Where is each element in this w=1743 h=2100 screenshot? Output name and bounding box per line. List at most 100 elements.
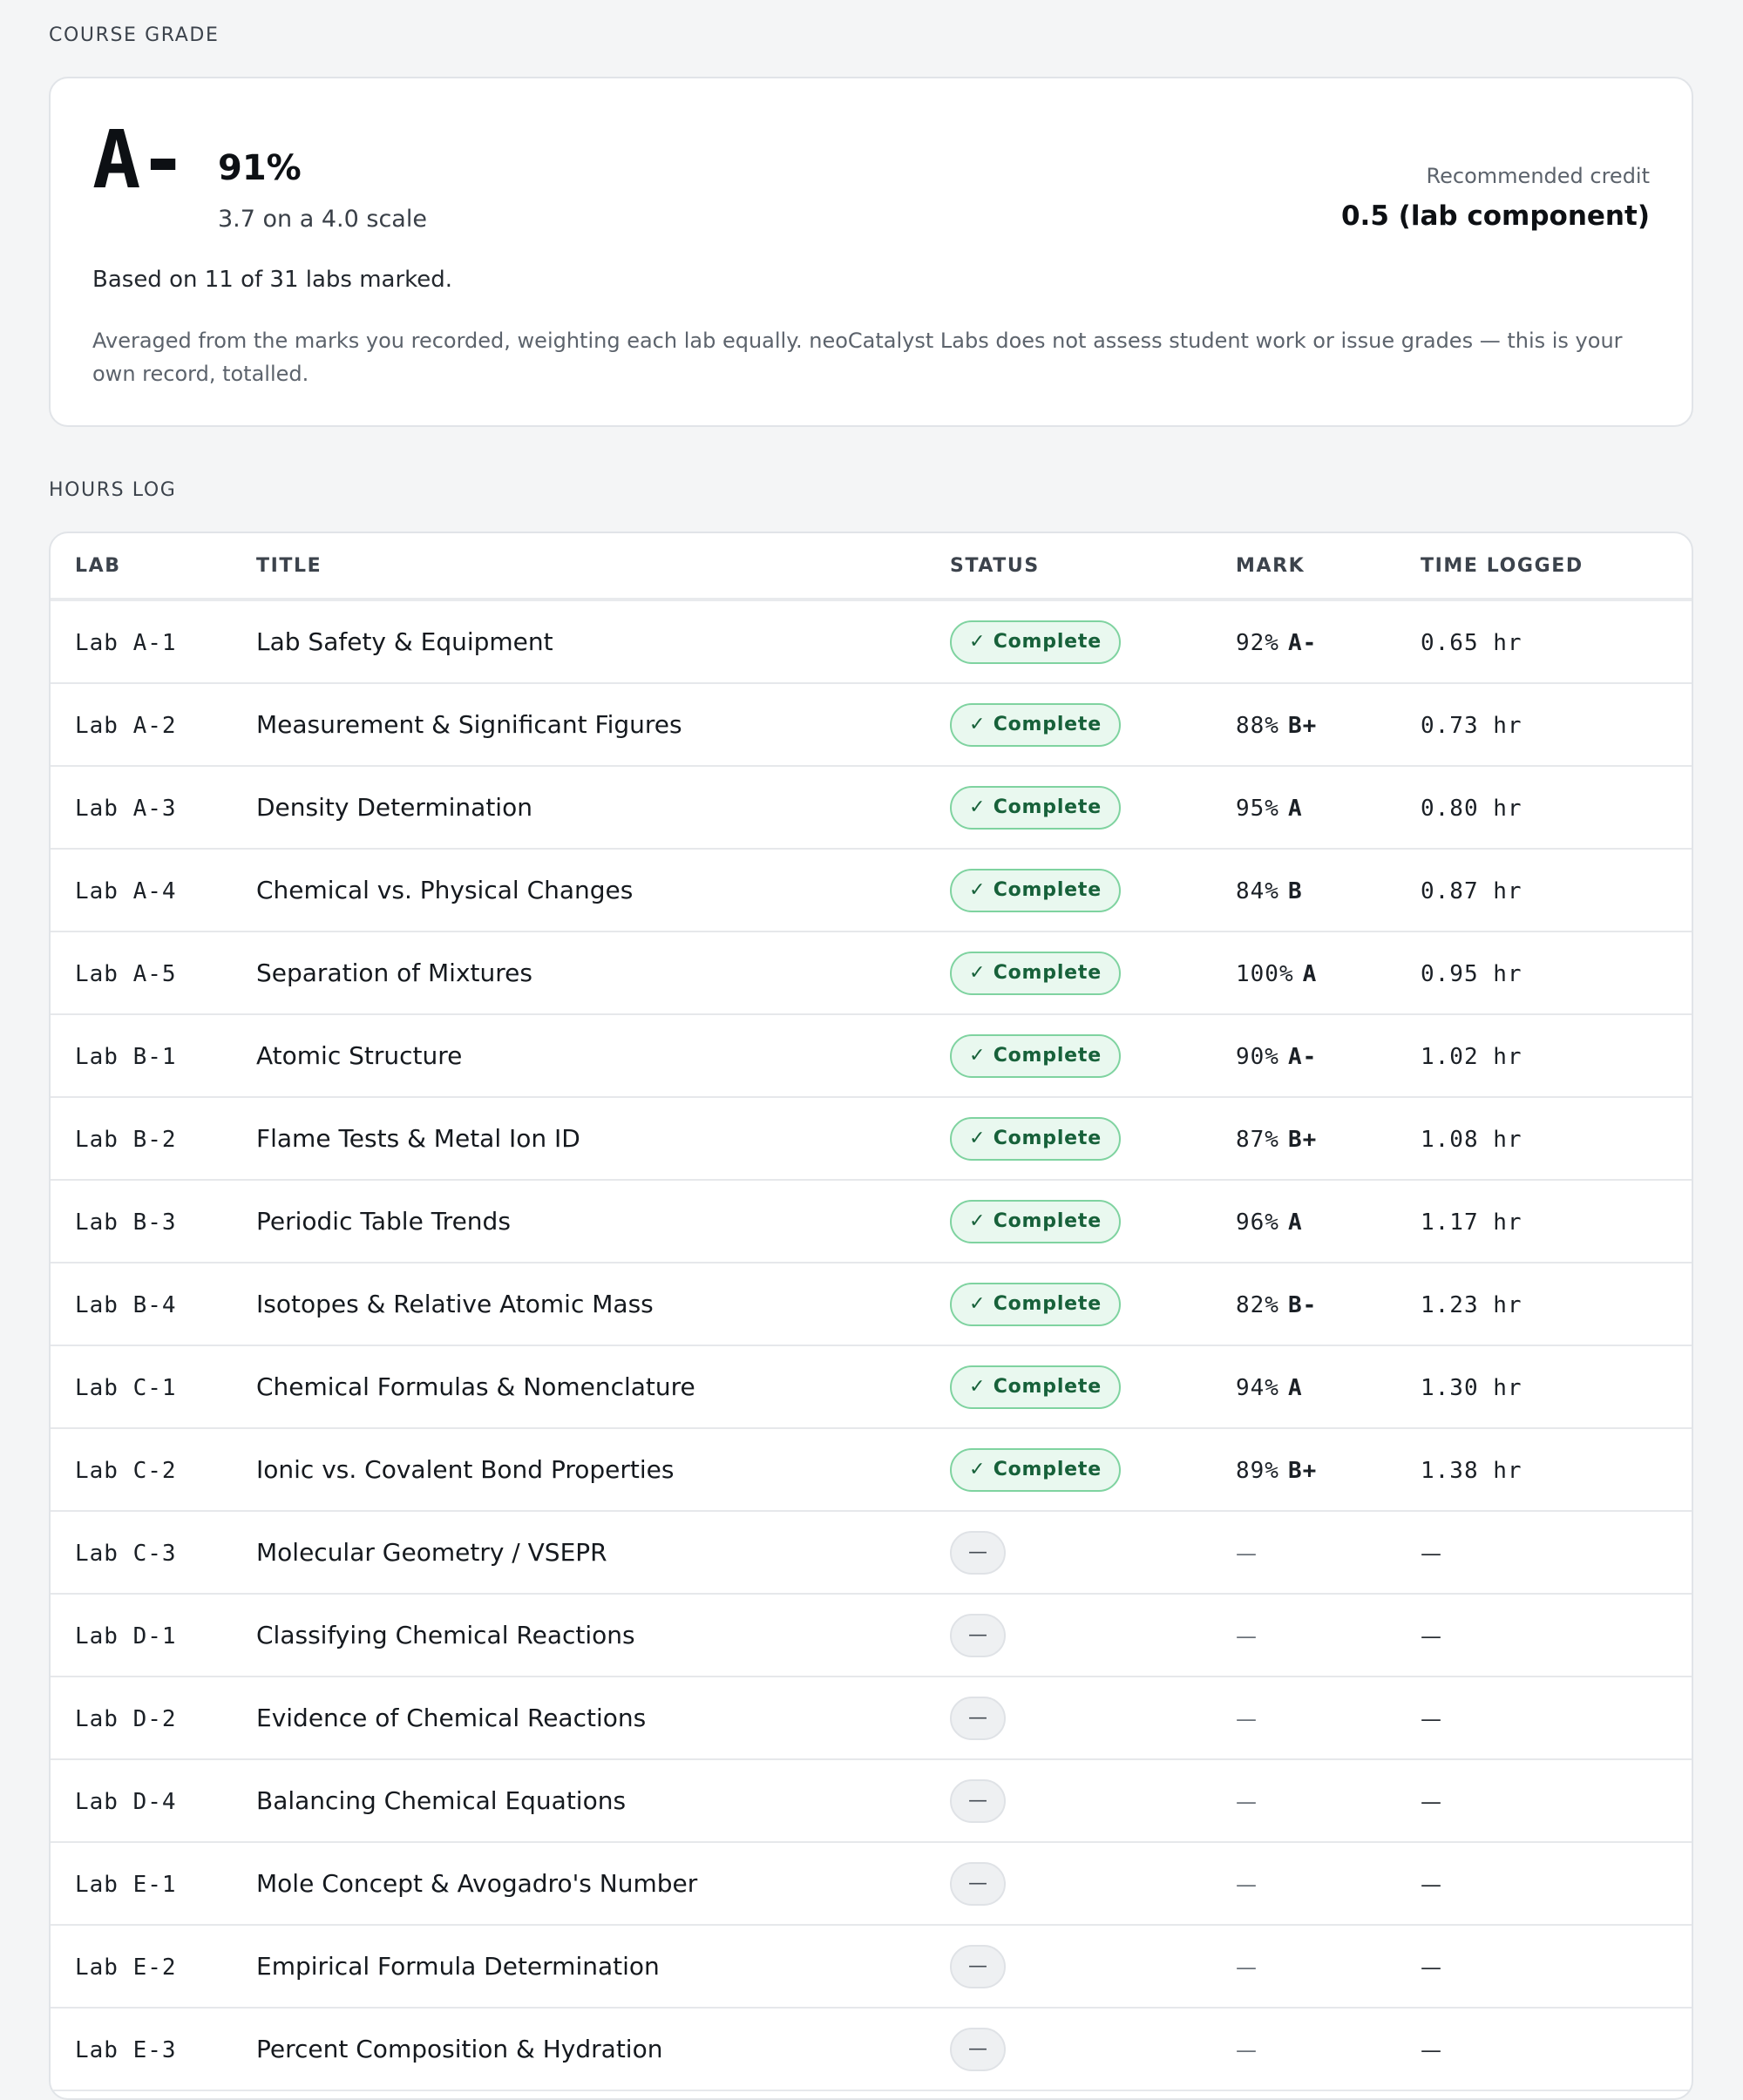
status-badge-complete: ✓ Complete xyxy=(950,868,1121,912)
lab-code: Lab C-3 xyxy=(75,1541,177,1567)
mark-letter: A xyxy=(1287,1209,1303,1236)
table-row[interactable]: Lab D-2 Evidence of Chemical Reactions — — — xyxy=(51,1677,1692,1760)
hours-log-table: LAB TITLE STATUS MARK TIME LOGGED Lab A-… xyxy=(51,533,1692,2091)
table-row[interactable]: Lab C-1 Chemical Formulas & Nomenclature ✓… xyxy=(51,1345,1692,1429)
mark-empty: — xyxy=(1236,1790,1257,1814)
credit-label: Recommended credit xyxy=(1426,164,1650,188)
lab-title: Chemical Formulas & Nomenclature xyxy=(256,1372,695,1401)
table-row[interactable]: Lab C-3 Molecular Geometry / VSEPR — — — xyxy=(51,1511,1692,1595)
time-empty: — xyxy=(1421,2038,1441,2063)
status-badge-complete: ✓ Complete xyxy=(950,951,1121,995)
time-empty: — xyxy=(1421,1541,1441,1566)
mark-empty: — xyxy=(1236,1624,1257,1649)
grade-percent: 91% xyxy=(218,148,302,188)
time-empty: — xyxy=(1421,1955,1441,1980)
lab-title: Separation of Mixtures xyxy=(256,959,532,987)
status-badge-complete: ✓ Complete xyxy=(950,1116,1121,1161)
mark-letter: B xyxy=(1287,878,1303,904)
lab-title: Ionic vs. Covalent Bond Properties xyxy=(256,1455,675,1484)
table-row[interactable]: Lab B-3 Periodic Table Trends ✓ Complete 96… xyxy=(51,1180,1692,1263)
time-logged: 0.80 hr xyxy=(1421,796,1523,822)
status-badge-complete: ✓ Complete xyxy=(950,1033,1121,1078)
time-logged: 1.23 hr xyxy=(1421,1292,1523,1318)
table-row[interactable]: Lab A-4 Chemical vs. Physical Changes ✓ Co… xyxy=(51,849,1692,932)
time-empty: — xyxy=(1421,1790,1441,1814)
status-badge-empty: — xyxy=(950,1613,1006,1657)
mark-empty: — xyxy=(1236,1541,1257,1566)
time-logged: 0.65 hr xyxy=(1421,630,1523,656)
column-header-lab: LAB xyxy=(51,533,256,601)
table-header-row: LAB TITLE STATUS MARK TIME LOGGED xyxy=(51,533,1692,601)
status-badge-empty: — xyxy=(950,1696,1006,1740)
lab-title: Atomic Structure xyxy=(256,1041,463,1070)
table-row[interactable]: Lab B-1 Atomic Structure ✓ Complete 90% A- 1.… xyxy=(51,1014,1692,1098)
lab-title: Periodic Table Trends xyxy=(256,1207,511,1236)
lab-code: Lab A-1 xyxy=(75,630,177,656)
lab-code: Lab C-1 xyxy=(75,1375,177,1401)
column-header-status: STATUS xyxy=(950,533,1236,601)
table-row[interactable]: Lab A-3 Density Determination ✓ Complete 95… xyxy=(51,766,1692,850)
time-logged: 1.08 hr xyxy=(1421,1127,1523,1153)
time-empty: — xyxy=(1421,1624,1441,1649)
lab-code: Lab A-2 xyxy=(75,713,177,739)
table-row[interactable]: Lab A-1 Lab Safety & Equipment ✓ Complete 9… xyxy=(51,600,1692,684)
time-logged: 0.87 hr xyxy=(1421,878,1523,904)
mark-letter: A xyxy=(1302,961,1318,987)
status-badge-complete: ✓ Complete xyxy=(950,620,1121,664)
lab-title: Density Determination xyxy=(256,793,532,822)
table-row[interactable]: Lab D-4 Balancing Chemical Equations — — — xyxy=(51,1759,1692,1843)
lab-code: Lab E-3 xyxy=(75,2037,177,2063)
lab-title: Molecular Geometry / VSEPR xyxy=(256,1538,607,1567)
hours-log-heading: HOURS LOG xyxy=(49,479,177,501)
status-badge-empty: — xyxy=(950,2027,1006,2071)
column-header-mark: MARK xyxy=(1236,533,1421,601)
status-badge-complete: ✓ Complete xyxy=(950,1447,1121,1492)
time-logged: 1.02 hr xyxy=(1421,1044,1523,1070)
lab-code: Lab A-5 xyxy=(75,961,177,987)
table-row[interactable]: Lab E-3 Percent Composition & Hydration — —… xyxy=(51,2008,1692,2091)
table-row[interactable]: Lab A-2 Measurement & Significant Figures… xyxy=(51,683,1692,767)
mark-percent: 84% xyxy=(1236,878,1279,904)
course-grade-heading: COURSE GRADE xyxy=(49,24,220,46)
status-badge-complete: ✓ Complete xyxy=(950,1282,1121,1326)
lab-title: Classifying Chemical Reactions xyxy=(256,1621,635,1650)
time-empty: — xyxy=(1421,1707,1441,1731)
mark-percent: 89% xyxy=(1236,1458,1279,1484)
mark-letter: B+ xyxy=(1287,713,1318,739)
letter-grade: A- xyxy=(92,113,187,207)
lab-code: Lab E-2 xyxy=(75,1954,177,1981)
mark-percent: 82% xyxy=(1236,1292,1279,1318)
status-badge-empty: — xyxy=(950,1778,1006,1823)
lab-code: Lab A-3 xyxy=(75,796,177,822)
gpa-scale: 3.7 on a 4.0 scale xyxy=(218,206,427,233)
table-row[interactable]: Lab A-5 Separation of Mixtures ✓ Complete 1… xyxy=(51,931,1692,1015)
lab-title: Mole Concept & Avogadro's Number xyxy=(256,1869,698,1898)
lab-code: Lab D-1 xyxy=(75,1623,177,1650)
table-row[interactable]: Lab E-2 Empirical Formula Determination — —… xyxy=(51,1925,1692,2009)
mark-percent: 95% xyxy=(1236,796,1279,822)
lab-title: Lab Safety & Equipment xyxy=(256,627,553,656)
table-row[interactable]: Lab D-1 Classifying Chemical Reactions — — — xyxy=(51,1594,1692,1677)
table-row[interactable]: Lab E-1 Mole Concept & Avogadro's Number —… xyxy=(51,1842,1692,1926)
status-badge-empty: — xyxy=(950,1530,1006,1575)
table-row[interactable]: Lab B-2 Flame Tests & Metal Ion ID ✓ Compl… xyxy=(51,1097,1692,1181)
column-header-title: TITLE xyxy=(256,533,950,601)
mark-letter: B+ xyxy=(1287,1127,1318,1153)
lab-title: Measurement & Significant Figures xyxy=(256,710,682,739)
lab-code: Lab A-4 xyxy=(75,878,177,904)
mark-percent: 88% xyxy=(1236,713,1279,739)
status-badge-complete: ✓ Complete xyxy=(950,702,1121,747)
mark-percent: 92% xyxy=(1236,630,1279,656)
lab-code: Lab D-4 xyxy=(75,1789,177,1815)
mark-letter: A- xyxy=(1287,1044,1318,1070)
based-on-text: Based on 11 of 31 labs marked. xyxy=(92,267,453,293)
lab-code: Lab B-1 xyxy=(75,1044,177,1070)
mark-letter: B- xyxy=(1287,1292,1318,1318)
mark-letter: B+ xyxy=(1287,1458,1318,1484)
lab-code: Lab B-3 xyxy=(75,1209,177,1236)
table-row[interactable]: Lab B-4 Isotopes & Relative Atomic Mass ✓ … xyxy=(51,1263,1692,1346)
mark-empty: — xyxy=(1236,1707,1257,1731)
table-row[interactable]: Lab C-2 Ionic vs. Covalent Bond Propertie… xyxy=(51,1428,1692,1512)
status-badge-empty: — xyxy=(950,1861,1006,1906)
time-empty: — xyxy=(1421,1873,1441,1897)
